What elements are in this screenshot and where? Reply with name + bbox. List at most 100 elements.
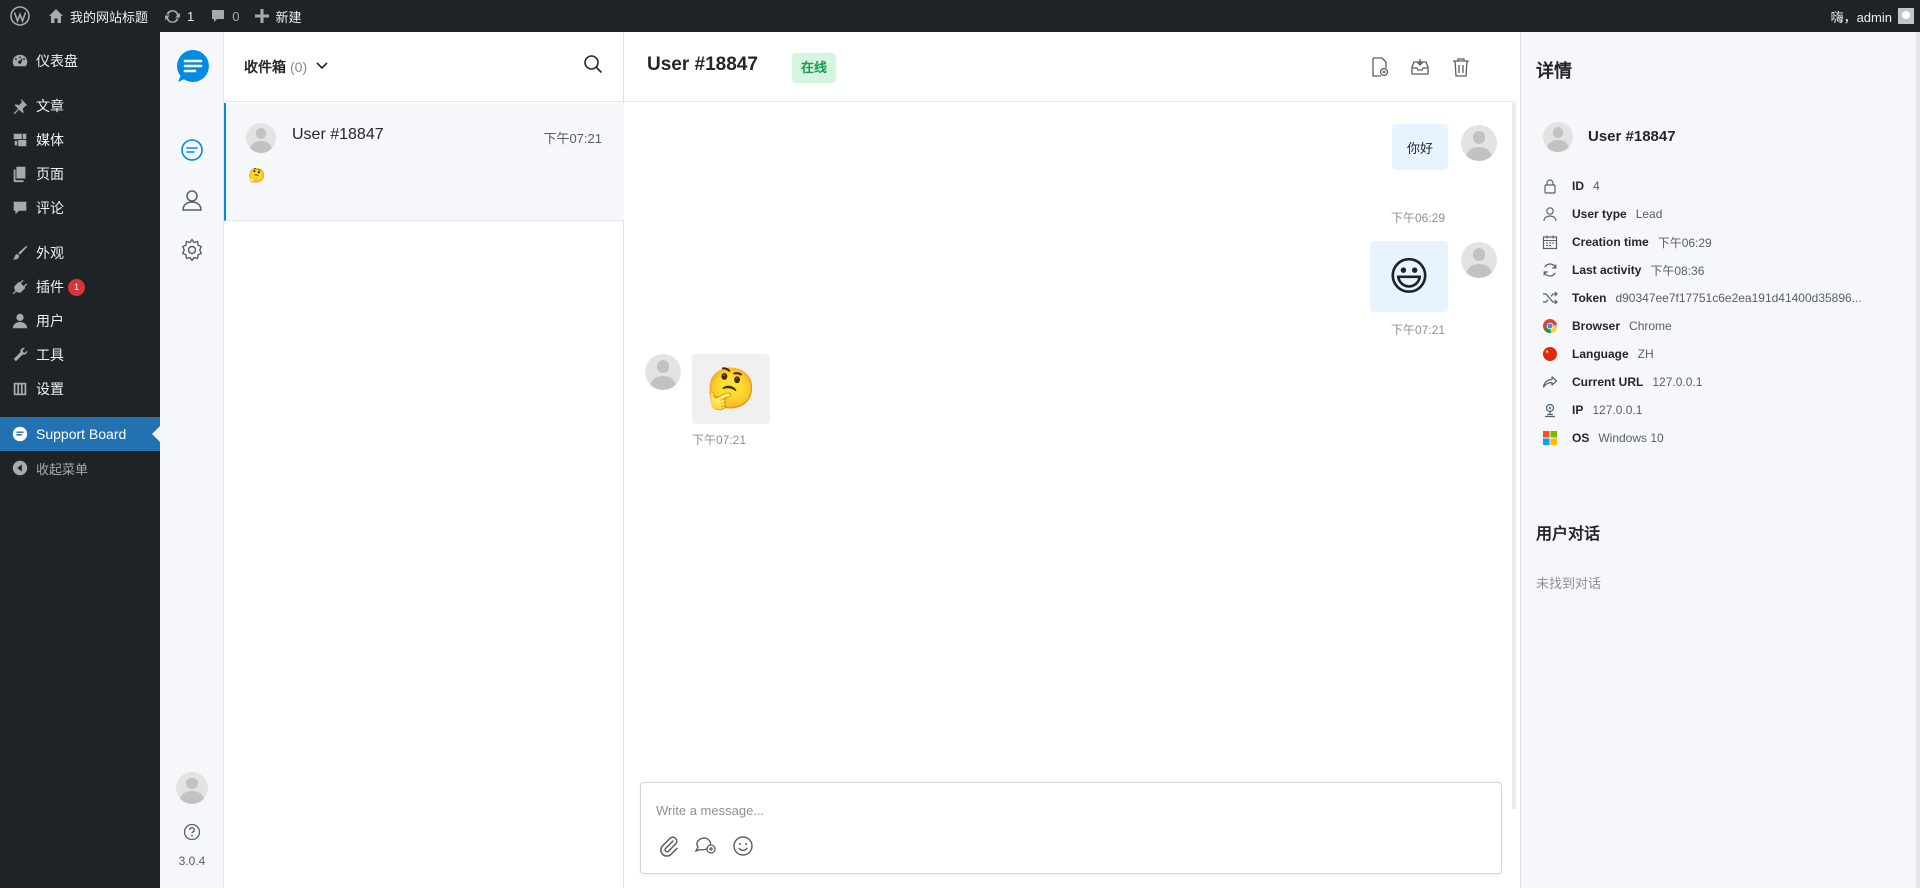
agent-avatar [1461,125,1497,161]
dashboard-icon [10,51,30,71]
share-arrow-icon [1541,373,1559,391]
document-transcript-icon[interactable] [1369,56,1391,78]
detail-value: ZH [1637,347,1654,361]
help-icon[interactable] [178,818,206,846]
media-icon [10,130,30,150]
menu-item-comments[interactable]: 评论 [0,191,160,225]
shuffle-icon [1541,289,1559,307]
list-header: 收件箱 (0) [224,32,623,102]
details-username: User #18847 [1588,128,1676,145]
chrome-icon [1541,317,1559,335]
menu-item-pages[interactable]: 页面 [0,157,160,191]
detail-row-os: OS Windows 10 [1541,428,1664,448]
message-time: 下午07:21 [1391,323,1446,337]
message-bubble: 🤔 [692,354,770,424]
user-conversations-title: 用户对话 [1536,526,1601,543]
pushpin-icon [10,96,30,116]
my-account-link[interactable]: 嗨，admin [1831,0,1914,32]
detail-value: Lead [1635,207,1663,221]
agent-avatar [1461,242,1497,278]
settings-gear-icon[interactable] [178,236,206,264]
emoji-smile-icon[interactable] [731,834,755,858]
menu-item-support-board[interactable]: Support Board [0,417,160,451]
message-text: 你好 [1406,140,1433,156]
menu-item-posts[interactable]: 文章 [0,89,160,123]
menu-label: Support Board [36,426,127,442]
trash-icon[interactable] [1450,56,1472,78]
collapse-arrow-icon [10,458,30,478]
message-time: 下午07:21 [692,433,747,447]
new-content-link[interactable]: 新建 [247,0,309,32]
details-panel: 详情 User #18847 ID 4 User type Lead Creat… [1520,32,1920,888]
agent-avatar[interactable] [176,772,208,804]
site-name-link[interactable]: 我的网站标题 [40,0,156,32]
menu-item-dashboard[interactable]: 仪表盘 [0,44,160,78]
comments-link[interactable]: 0 [202,0,247,32]
user-icon [1541,205,1559,223]
status-badge: 在线 [792,53,837,83]
menu-item-appearance[interactable]: 外观 [0,236,160,270]
detail-value: 下午08:36 [1650,263,1705,278]
wp-admin-menu: 仪表盘 文章 媒体 页面 评论 外观 插件 1 用户 工具 设置 Support… [0,32,160,888]
detail-label: User type [1572,207,1627,221]
detail-label: Token [1572,291,1607,305]
plugins-update-badge: 1 [68,278,85,296]
flag-icon [1541,345,1559,363]
inbox-label: 收件箱 [244,58,286,75]
conversation-preview: 🤔 [248,167,266,183]
wrench-icon [10,345,30,365]
wordpress-logo-icon[interactable] [0,0,40,32]
archive-inbox-icon[interactable] [1409,56,1431,78]
detail-label: Current URL [1572,375,1644,389]
menu-item-settings[interactable]: 设置 [0,372,160,406]
menu-item-media[interactable]: 媒体 [0,123,160,157]
conversation-item[interactable]: User #18847 下午07:21 🤔 [224,103,624,221]
details-title: 详情 [1536,61,1572,81]
plugin-icon [10,277,30,297]
collapse-menu-button[interactable]: 收起菜单 [0,451,160,485]
detail-value: 127.0.0.1 [1592,403,1643,417]
no-conversations-text: 未找到对话 [1536,576,1602,591]
message-text: 🤔 [706,367,756,411]
user-avatar [645,354,681,390]
support-board-logo-icon[interactable] [175,48,211,84]
conversations-icon[interactable] [178,136,206,164]
menu-label: 插件 [36,279,64,295]
detail-value: 下午06:29 [1657,235,1712,250]
chat-scrollbar[interactable] [1512,103,1516,809]
comments-icon [10,198,30,218]
sb-nav-rail: 3.0.4 [160,32,224,888]
wp-admin-bar: 我的网站标题 1 0 新建 嗨，admin [0,0,1920,32]
chat-messages: 你好 下午06:29 😃 下午07:21 🤔 下午07:21 [625,103,1516,783]
details-scrollbar[interactable] [1916,32,1920,888]
support-board-app: 3.0.4 收件箱 (0) User #18847 下午07:21 🤔 User [160,32,1920,888]
detail-label: ID [1572,179,1584,193]
attachment-paperclip-icon[interactable] [657,834,681,858]
chat-panel: User #18847 在线 你好 下午06:29 😃 下午07:21 🤔 下午… [625,32,1516,888]
message-time: 下午06:29 [1391,211,1446,225]
menu-item-plugins[interactable]: 插件 1 [0,270,160,304]
detail-row-language: Language ZH [1541,344,1654,364]
support-board-icon [10,424,30,444]
message-bubble: 你好 [1392,124,1448,170]
pages-icon [10,164,30,184]
detail-value: Chrome [1629,319,1672,333]
chevron-down-icon [315,58,329,76]
detail-label: IP [1572,403,1584,417]
inbox-filter-dropdown[interactable]: 收件箱 (0) [244,57,329,77]
message-input[interactable]: Write a message... [656,803,764,818]
detail-label: Language [1572,347,1629,361]
detail-row-user-type: User type Lead [1541,204,1662,224]
comment-bubble-icon [210,8,226,24]
paintbrush-icon [10,243,30,263]
menu-label: 工具 [36,347,64,363]
users-icon[interactable] [178,186,206,214]
updates-link[interactable]: 1 [156,0,202,32]
new-label: 新建 [275,9,302,25]
search-icon[interactable] [583,54,603,79]
settings-sliders-icon [10,379,30,399]
saved-replies-icon[interactable] [694,834,718,858]
menu-item-tools[interactable]: 工具 [0,338,160,372]
menu-item-users[interactable]: 用户 [0,304,160,338]
account-avatar [1898,8,1914,24]
